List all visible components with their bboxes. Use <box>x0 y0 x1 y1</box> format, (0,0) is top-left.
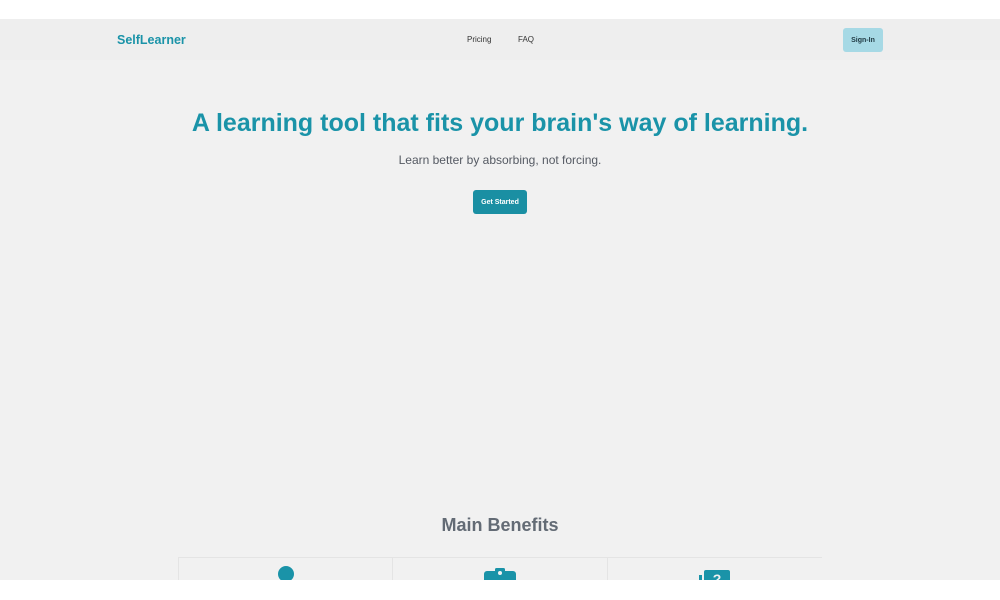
benefits-title: Main Benefits <box>441 515 559 535</box>
nav-link-faq[interactable]: FAQ <box>518 35 534 45</box>
sign-in-button[interactable]: Sign-In <box>843 28 883 52</box>
benefit-card <box>392 558 607 580</box>
get-started-button[interactable]: Get Started <box>473 190 527 214</box>
benefit-card: ? <box>607 558 822 580</box>
person-icon <box>278 566 294 580</box>
svg-text:?: ? <box>713 571 722 580</box>
hero-subtitle: Learn better by absorbing, not forcing. <box>398 153 602 167</box>
briefcase-icon <box>484 568 516 580</box>
benefit-card <box>178 558 393 580</box>
hero-title: A learning tool that fits your brain's w… <box>191 109 809 137</box>
page-viewport: SelfLearner Pricing FAQ Sign-In A learni… <box>0 19 1000 580</box>
nav-link-pricing[interactable]: Pricing <box>467 35 491 45</box>
question-icon: ? <box>699 570 730 580</box>
benefit-cards: ? <box>178 557 822 580</box>
navbar: SelfLearner Pricing FAQ Sign-In <box>0 19 1000 60</box>
